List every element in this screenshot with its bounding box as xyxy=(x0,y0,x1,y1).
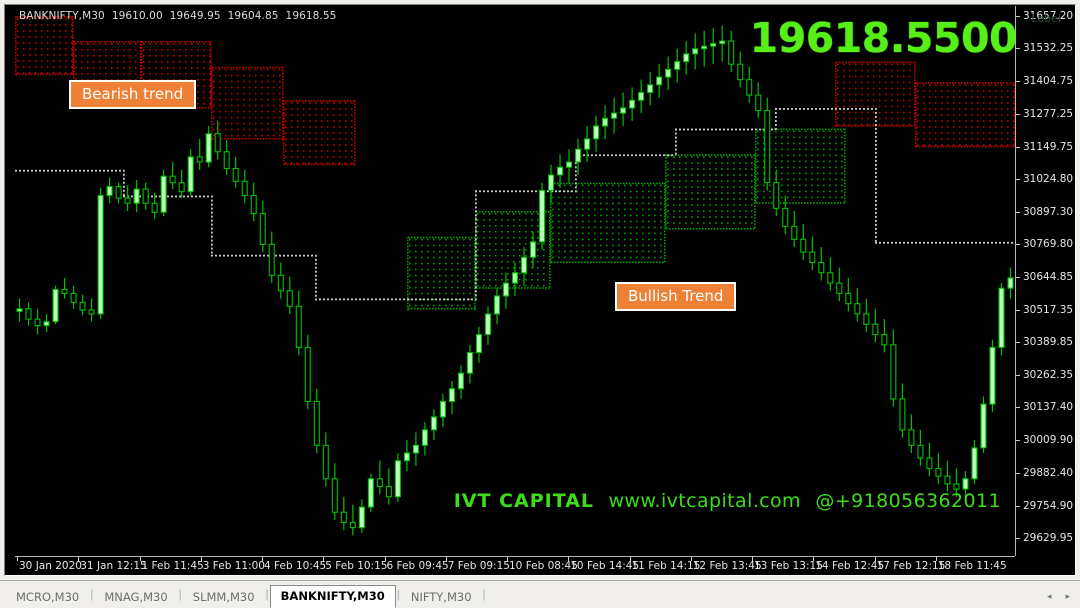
price-axis-label: 31404.75 xyxy=(1023,75,1073,87)
price-axis-tick xyxy=(1016,81,1020,82)
price-axis-tick xyxy=(1016,244,1020,246)
time-axis-tick xyxy=(17,557,18,561)
header-ohlc-value: 19610.00 xyxy=(111,10,163,22)
time-axis-label: 5 Feb 10:15 xyxy=(325,560,388,572)
price-axis-label: 31149.75 xyxy=(1023,140,1073,153)
time-axis-tick xyxy=(262,557,263,561)
scroll-right-icon[interactable]: ▸ xyxy=(1065,591,1070,602)
tab-scroll-controls[interactable]: ◂ ▸ xyxy=(1047,591,1070,602)
header-symbol: BANKNIFTY,M30 xyxy=(19,10,105,22)
price-axis-label: 30644.85 xyxy=(1023,270,1073,283)
time-axis-label: 4 Feb 10:45 xyxy=(264,560,327,572)
time-axis-tick xyxy=(78,557,80,561)
price-axis-tick xyxy=(1016,440,1020,442)
broker-contact: @+918056362011 xyxy=(808,490,1001,512)
scroll-left-icon[interactable]: ◂ xyxy=(1047,591,1052,602)
time-axis[interactable]: 30 Jan 2020 31 Jan 12:15 1 Feb 11:45 3 Feb … xyxy=(15,556,1015,574)
time-axis-label: 1 Feb 11:45 xyxy=(141,560,204,572)
price-axis-tick xyxy=(1016,211,1020,213)
time-axis-label: 3 Feb 11:00 xyxy=(202,560,265,572)
bullish-cloud-band xyxy=(665,154,756,230)
bullish-cloud-band xyxy=(407,236,476,311)
time-axis-label: 10 Feb 14:45 xyxy=(570,560,640,572)
price-axis-tick xyxy=(1016,309,1020,311)
bearish-cloud-band xyxy=(283,100,356,166)
time-axis-label: 17 Feb 12:15 xyxy=(876,560,946,572)
chart-tab-banknifty[interactable]: BANKNIFTY,M30 xyxy=(269,585,396,608)
time-axis-tick xyxy=(690,557,692,561)
price-axis-tick xyxy=(1016,113,1020,115)
time-axis-label: 18 Feb 11:45 xyxy=(937,560,1007,572)
time-axis-tick xyxy=(813,557,815,561)
price-axis-tick xyxy=(1016,342,1020,344)
chart-canvas[interactable]: BANKNIFTY,M30 19610.00 19649.95 19604.85 196… xyxy=(7,6,1073,574)
time-axis-label: 6 Feb 09:45 xyxy=(386,560,449,572)
time-axis-label: 12 Feb 13:45 xyxy=(692,560,762,572)
time-axis-tick xyxy=(139,557,141,561)
time-axis-label: 13 Feb 13:15 xyxy=(754,560,823,572)
annotation-bearish-trend: Bearish trend xyxy=(69,80,197,109)
price-axis-label: 29754.90 xyxy=(1023,499,1073,512)
trading-terminal: BANKNIFTY,M30 19610.00 19649.95 19604.85 196… xyxy=(0,0,1080,608)
time-axis-label: 10 Feb 08:45 xyxy=(509,560,578,572)
time-axis-tick xyxy=(507,557,508,561)
current-price-display: 19618.5500 xyxy=(749,14,1018,62)
bearish-cloud-band xyxy=(915,82,1015,148)
header-ohlc-value: 19604.85 xyxy=(227,10,279,22)
price-axis-tick xyxy=(1016,178,1020,180)
time-axis-tick xyxy=(200,557,202,561)
broker-watermark: IVT CAPITAL www.ivtcapital.com @+9180563… xyxy=(454,490,1001,512)
chart-tab-mcro[interactable]: MCRO,M30 xyxy=(6,587,89,608)
chart-tab-slmm[interactable]: SLMM,M30 xyxy=(183,587,265,608)
price-axis-label: 30137.40 xyxy=(1023,401,1073,414)
label-watermark: Label xyxy=(1031,12,1061,25)
bullish-cloud-band xyxy=(550,182,666,264)
time-axis-tick xyxy=(629,557,631,561)
chart-tab-mnag[interactable]: MNAG,M30 xyxy=(94,587,177,608)
price-axis-label: 31532.25 xyxy=(1023,42,1073,55)
time-axis-tick xyxy=(445,557,447,561)
time-axis-tick xyxy=(384,557,386,561)
time-axis-label: 7 Feb 09:15 xyxy=(447,560,510,572)
header-ohlc-value: 19649.95 xyxy=(169,10,221,22)
price-axis-tick xyxy=(1016,407,1020,409)
bearish-cloud-band xyxy=(211,66,284,141)
time-axis-tick xyxy=(935,557,937,561)
time-axis-label: 11 Feb 14:15 xyxy=(631,560,701,572)
chart-window[interactable]: BANKNIFTY,M30 19610.00 19649.95 19604.85 196… xyxy=(4,4,1076,576)
time-axis-tick xyxy=(752,557,753,561)
time-axis-label: 31 Jan 12:15 xyxy=(80,560,147,572)
price-axis-tick xyxy=(1016,146,1020,148)
chart-tab-nifty[interactable]: NIFTY,M30 xyxy=(401,587,482,608)
time-axis-tick xyxy=(874,557,876,561)
price-axis-label: 30897.30 xyxy=(1023,205,1073,218)
broker-website: www.ivtcapital.com xyxy=(602,490,801,512)
price-axis-tick xyxy=(1016,538,1020,539)
bearish-cloud-band xyxy=(15,16,74,76)
price-axis-label: 30009.90 xyxy=(1023,434,1073,447)
header-ohlc-value: 19618.55 xyxy=(285,10,337,22)
time-axis-label: 30 Jan 2020 xyxy=(19,560,82,572)
price-axis-label: 30389.85 xyxy=(1023,336,1073,349)
time-axis-tick xyxy=(323,557,325,561)
price-axis-label: 29629.95 xyxy=(1023,532,1073,544)
annotation-bullish-trend: Bullish Trend xyxy=(615,282,737,311)
price-axis-label: 30769.80 xyxy=(1023,238,1073,251)
price-axis-tick xyxy=(1016,375,1020,377)
price-axis-tick xyxy=(1016,472,1020,474)
price-axis-label: 31024.80 xyxy=(1023,172,1073,185)
price-axis-tick xyxy=(1016,276,1020,278)
price-axis-label: 30262.35 xyxy=(1023,369,1073,382)
price-axis[interactable]: 31657.20 31532.25 31404.75 31277.25 31149.75… xyxy=(1015,6,1073,556)
price-axis-label: 29882.40 xyxy=(1023,466,1073,479)
ohlc-header: BANKNIFTY,M30 19610.00 19649.95 19604.85 196… xyxy=(19,10,343,22)
tab-separator: | xyxy=(482,587,486,601)
price-axis-label: 30517.35 xyxy=(1023,303,1073,316)
price-axis-tick xyxy=(1016,505,1020,507)
chart-tab-bar[interactable]: MCRO,M30 | MNAG,M30 | SLMM,M30 | BANKNIFTY,M30… xyxy=(0,580,1080,608)
broker-name: IVT CAPITAL xyxy=(453,490,595,512)
time-axis-tick xyxy=(568,557,570,561)
price-axis-label: 31277.25 xyxy=(1023,107,1073,120)
time-axis-label: 14 Feb 12:45 xyxy=(815,560,885,572)
